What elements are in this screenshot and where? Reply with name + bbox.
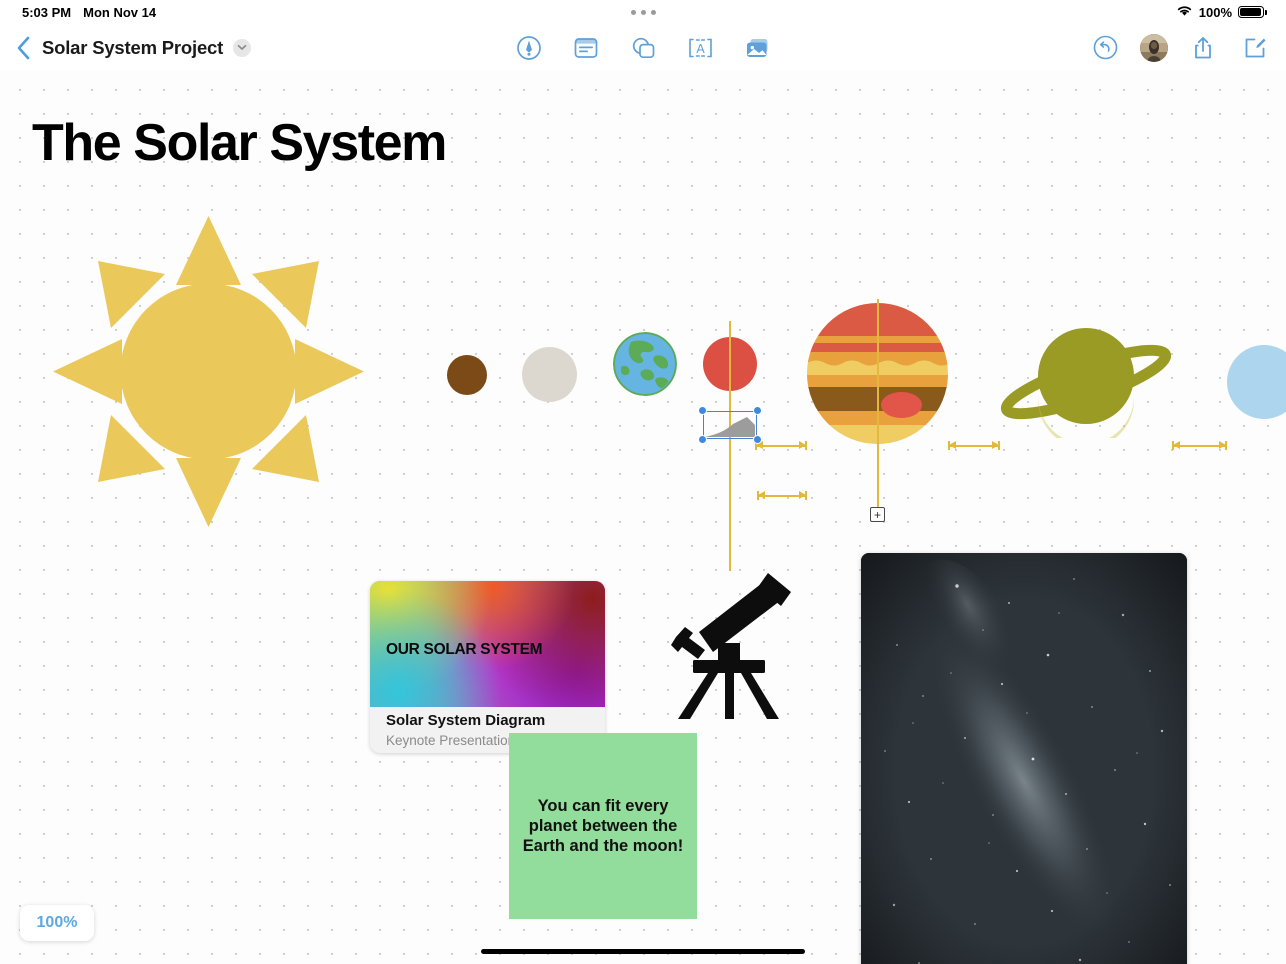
sun-graphic[interactable] — [53, 216, 364, 527]
nav-right-group — [1088, 24, 1272, 71]
spacing-guide-saturn-uranus — [1172, 445, 1227, 447]
galaxy-photo[interactable] — [861, 553, 1187, 964]
selected-shape[interactable] — [703, 411, 757, 439]
status-bar: 5:03 PM Mon Nov 14 100% — [0, 0, 1286, 24]
battery-icon — [1238, 6, 1264, 18]
planet-earth[interactable] — [613, 332, 677, 396]
undo-icon[interactable] — [1088, 31, 1122, 65]
battery-percent-label: 100% — [1199, 5, 1232, 20]
vertical-alignment-guide — [729, 321, 731, 571]
text-tool[interactable]: A — [683, 31, 717, 65]
planet-saturn[interactable] — [1000, 326, 1172, 438]
arrow-head-left-icon — [1173, 441, 1180, 449]
freeform-canvas[interactable]: The Solar System — [0, 71, 1286, 964]
multitasking-dots-icon[interactable] — [631, 10, 656, 15]
resize-handle-bottom-left[interactable] — [698, 435, 707, 444]
arrow-head-right-icon — [1219, 441, 1226, 449]
keynote-file-kind: Keynote Presentation — [386, 733, 515, 748]
spacing-guide-mars-jupiter — [755, 445, 807, 447]
keynote-file-name: Solar System Diagram — [386, 712, 545, 729]
planet-uranus[interactable] — [1227, 345, 1286, 419]
arrow-head-left-icon — [949, 441, 956, 449]
status-bar-center — [0, 10, 1286, 15]
avatar[interactable] — [1140, 34, 1168, 62]
keynote-slide-thumbnail: OUR SOLAR SYSTEM — [370, 581, 605, 707]
navigation-bar: Solar System Project — [0, 24, 1286, 71]
share-icon[interactable] — [1186, 31, 1220, 65]
keynote-slide-title: OUR SOLAR SYSTEM — [386, 641, 542, 659]
compose-icon[interactable] — [1238, 31, 1272, 65]
planet-venus[interactable] — [522, 347, 577, 402]
planet-mercury[interactable] — [447, 355, 487, 395]
sticky-note-text: You can fit every planet between the Ear… — [521, 796, 685, 857]
arrow-head-right-icon — [799, 491, 806, 499]
wifi-icon — [1176, 4, 1193, 20]
freeform-app-window: 5:03 PM Mon Nov 14 100% — [0, 0, 1286, 964]
selection-box — [703, 411, 757, 439]
resize-handle-top-right[interactable] — [753, 406, 762, 415]
add-connection-badge[interactable]: + — [870, 507, 885, 522]
jupiter-red-spot — [881, 392, 922, 418]
media-tool[interactable] — [740, 31, 774, 65]
sticky-note-tool[interactable] — [569, 31, 603, 65]
shapes-tool[interactable] — [626, 31, 660, 65]
draw-tool[interactable] — [512, 31, 546, 65]
zoom-level-button[interactable]: 100% — [20, 905, 94, 941]
board-title[interactable]: The Solar System — [32, 113, 446, 173]
arrow-head-right-icon — [992, 441, 999, 449]
spacing-guide-shape — [757, 495, 807, 497]
svg-text:A: A — [696, 42, 705, 56]
telescope-drawing[interactable] — [660, 559, 800, 719]
vertical-alignment-guide-jupiter — [877, 299, 879, 511]
resize-handle-top-left[interactable] — [698, 406, 707, 415]
arrow-head-right-icon — [799, 441, 806, 449]
status-bar-right: 100% — [1176, 4, 1264, 20]
arrow-head-left-icon — [758, 491, 765, 499]
resize-handle-bottom-right[interactable] — [753, 435, 762, 444]
home-indicator[interactable] — [481, 949, 805, 954]
spacing-guide-jupiter-saturn — [948, 445, 1000, 447]
keynote-attachment-card[interactable]: OUR SOLAR SYSTEM Solar System Diagram Ke… — [370, 581, 605, 753]
sticky-note[interactable]: You can fit every planet between the Ear… — [509, 733, 697, 919]
